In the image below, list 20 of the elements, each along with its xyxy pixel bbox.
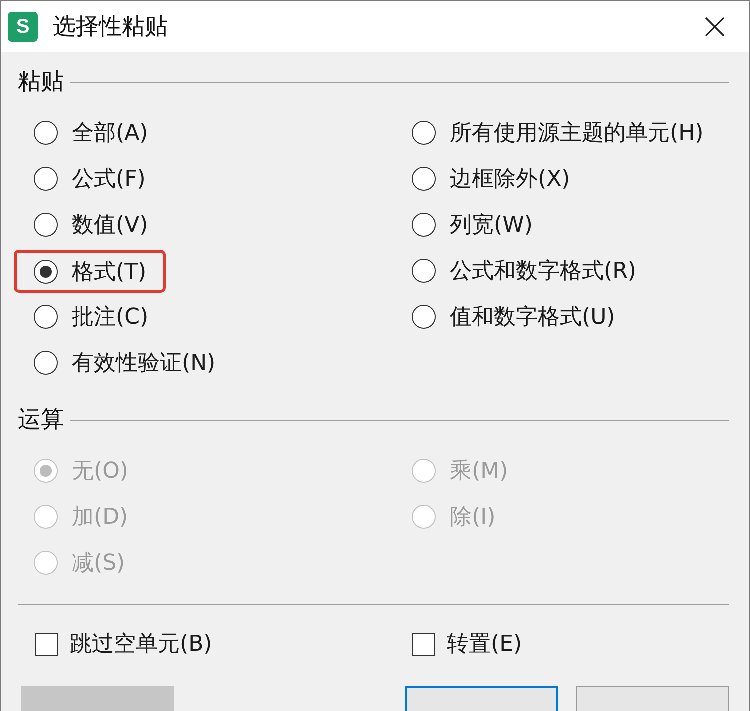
dialog-button[interactable]	[405, 686, 558, 711]
dialog-button[interactable]	[576, 686, 729, 711]
radio-option[interactable]: 数值(V)	[34, 202, 148, 248]
section-title: 运算	[18, 408, 64, 432]
radio-option[interactable]: 值和数字格式(U)	[412, 294, 616, 340]
section-title: 粘贴	[18, 70, 64, 94]
radio-option[interactable]: 公式和数字格式(R)	[412, 248, 636, 294]
checkbox-option[interactable]: 转置(E)	[412, 621, 522, 667]
radio-option[interactable]: 格式(T)	[34, 253, 147, 290]
radio-option[interactable]: 全部(A)	[34, 110, 148, 156]
radio-option[interactable]: 所有使用源主题的单元(H)	[412, 110, 704, 156]
close-icon	[705, 16, 725, 36]
radio-option[interactable]: 批注(C)	[34, 294, 149, 340]
radio-option[interactable]: 边框除外(X)	[412, 156, 570, 202]
radio-option[interactable]: 有效性验证(N)	[34, 340, 216, 386]
checkbox-option[interactable]: 跳过空单元(B)	[35, 621, 212, 667]
window-title: 选择性粘贴	[53, 13, 169, 42]
app-logo: S	[8, 12, 38, 42]
radio-option[interactable]: 列宽(W)	[412, 202, 533, 248]
radio-option[interactable]: 公式(F)	[34, 156, 146, 202]
